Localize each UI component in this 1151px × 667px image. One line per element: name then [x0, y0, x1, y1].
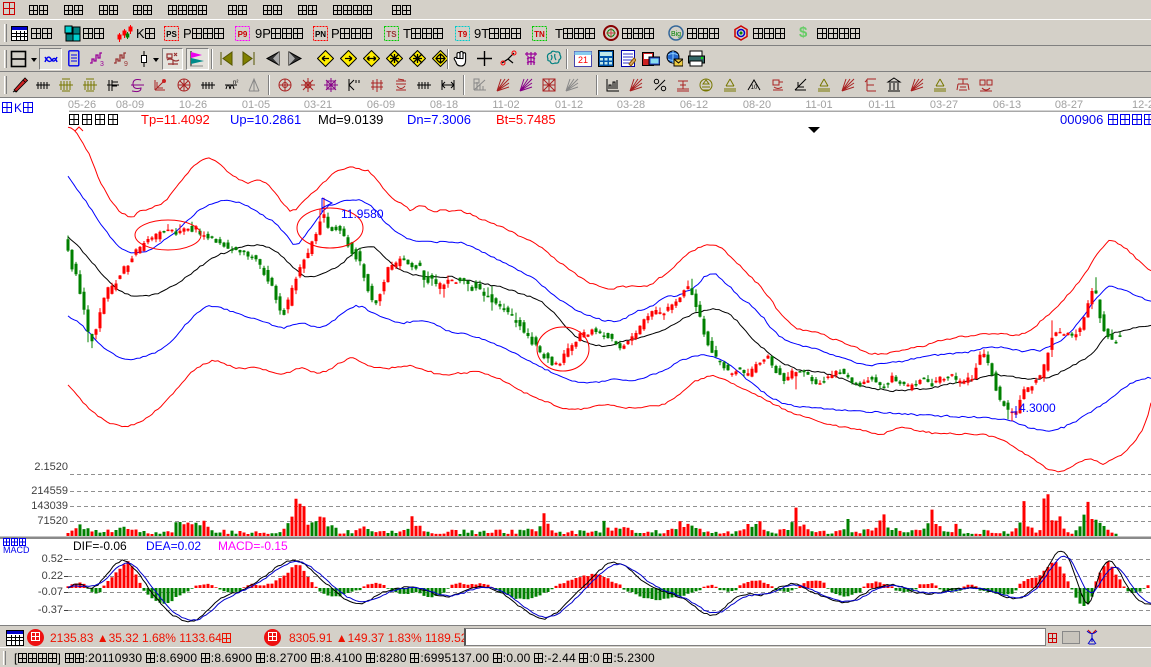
svg-text:0.52: 0.52	[42, 553, 63, 565]
svg-text:10-26: 10-26	[179, 99, 207, 111]
svg-text:3: 3	[100, 61, 104, 67]
svg-text:08-20: 08-20	[743, 99, 771, 111]
svg-text:T9: T9	[458, 30, 468, 39]
svg-text:01-12: 01-12	[555, 99, 583, 111]
svg-text:71520: 71520	[37, 515, 68, 527]
svg-text:Tp=11.4092: Tp=11.4092	[141, 112, 210, 127]
svg-text:DEA=0.02: DEA=0.02	[146, 539, 201, 553]
svg-text:2.1520: 2.1520	[34, 461, 68, 473]
svg-text:Big: Big	[671, 31, 681, 38]
svg-text:0.22: 0.22	[42, 570, 63, 582]
svg-text:11-02: 11-02	[492, 99, 519, 111]
svg-text:TS: TS	[386, 30, 397, 39]
svg-text:n²: n²	[233, 80, 238, 86]
svg-text:K: K	[14, 101, 22, 115]
svg-text:DIF=-0.06: DIF=-0.06	[73, 539, 127, 553]
svg-text:P9: P9	[238, 30, 248, 39]
svg-text:-0.07: -0.07	[38, 586, 63, 598]
svg-text:9: 9	[124, 61, 128, 67]
svg-text:4.3000: 4.3000	[1019, 401, 1056, 415]
svg-text:TN: TN	[534, 30, 545, 39]
svg-text:08-27: 08-27	[1055, 99, 1083, 111]
svg-text:01-11: 01-11	[868, 99, 895, 111]
svg-text:214559: 214559	[31, 485, 68, 497]
svg-text:03-27: 03-27	[930, 99, 958, 111]
svg-text:03-21: 03-21	[304, 99, 332, 111]
svg-text:08-18: 08-18	[430, 99, 458, 111]
svg-text:10: 10	[751, 85, 758, 91]
svg-text:000906: 000906	[1060, 112, 1103, 127]
svg-text:21: 21	[578, 55, 588, 65]
svg-text:06-13: 06-13	[993, 99, 1021, 111]
svg-text:05-26: 05-26	[68, 99, 96, 111]
svg-text:PN: PN	[315, 30, 326, 39]
svg-text:Up=10.2861: Up=10.2861	[230, 112, 301, 127]
svg-text:Md=9.0139: Md=9.0139	[318, 112, 383, 127]
svg-text:11.9580: 11.9580	[341, 207, 384, 221]
svg-text:-0.37: -0.37	[38, 604, 63, 616]
svg-text:Bt=5.7485: Bt=5.7485	[496, 112, 556, 127]
svg-text:MACD: MACD	[3, 545, 30, 555]
svg-text:03-28: 03-28	[617, 99, 645, 111]
svg-text:01-05: 01-05	[242, 99, 270, 111]
svg-text:11-01: 11-01	[805, 99, 832, 111]
svg-text:143039: 143039	[31, 500, 68, 512]
svg-text:06-09: 06-09	[367, 99, 395, 111]
svg-text:Dn=7.3006: Dn=7.3006	[407, 112, 471, 127]
svg-text:08-09: 08-09	[116, 99, 144, 111]
svg-text:12-2: 12-2	[1132, 99, 1151, 111]
svg-text:06-12: 06-12	[680, 99, 708, 111]
svg-text:PS: PS	[166, 30, 177, 39]
svg-text:MACD=-0.15: MACD=-0.15	[218, 539, 288, 553]
